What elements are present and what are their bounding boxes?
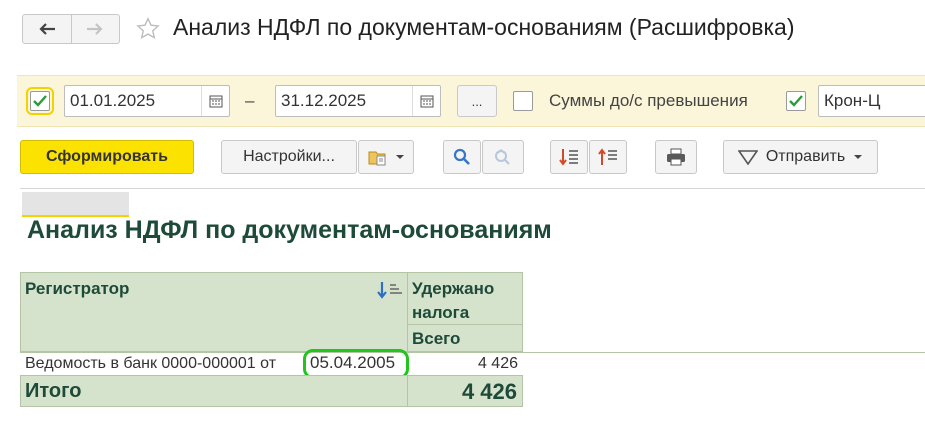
arrow-right-icon	[87, 23, 103, 35]
page-title: Анализ НДФЛ по документам-основаниям (Ра…	[173, 14, 795, 40]
send-button[interactable]: Отправить	[723, 140, 878, 174]
printer-icon	[667, 148, 685, 166]
report-title: Анализ НДФЛ по документам-основаниям	[27, 216, 552, 244]
navigation-buttons	[22, 14, 120, 44]
expand-groups-button[interactable]	[550, 140, 588, 174]
search-next-icon	[495, 148, 510, 165]
row-total-value: 4 426	[477, 355, 518, 372]
organization-checkbox[interactable]	[786, 91, 806, 111]
footer-total-value-cell: 4 426	[407, 375, 523, 407]
chevron-down-icon	[396, 155, 404, 159]
checkmark-icon	[789, 95, 803, 107]
forward-button[interactable]	[70, 15, 120, 43]
active-cell[interactable]	[22, 192, 129, 217]
column-header-withheld[interactable]: Удержано налога	[407, 272, 523, 325]
back-button[interactable]	[23, 15, 71, 43]
favorite-button[interactable]	[135, 16, 161, 47]
chevron-down-icon	[854, 155, 863, 159]
select-period-button[interactable]: ...	[457, 85, 497, 117]
settings-button[interactable]: Настройки...	[221, 140, 357, 174]
generate-button[interactable]: Сформировать	[20, 140, 194, 174]
sort-order-icon[interactable]	[377, 281, 403, 299]
star-icon	[136, 17, 160, 40]
send-icon	[737, 150, 758, 165]
footer-total-label: Итого	[25, 380, 82, 402]
excess-sums-label: Суммы до/с превышения	[549, 91, 748, 110]
row-registrar-prefix: Ведомость в банк 0000-000001 от	[25, 355, 277, 372]
arrow-left-icon	[39, 23, 55, 35]
total-header-label: Всего	[412, 329, 461, 348]
footer-total-label-cell: Итого	[20, 375, 408, 407]
print-button[interactable]	[655, 140, 697, 174]
organization-value: Крон-Ц	[824, 91, 881, 110]
excess-sums-checkbox[interactable]	[513, 91, 533, 111]
toolbar-separator	[20, 188, 925, 189]
date-to-field[interactable]: 31.12.2025	[275, 85, 441, 117]
withheld-header-label: Удержано налога	[412, 279, 495, 322]
report-variants-icon	[368, 151, 386, 166]
find-next-button[interactable]	[482, 140, 524, 174]
expand-all-icon	[559, 149, 578, 166]
column-header-registrar[interactable]: Регистратор	[20, 272, 408, 352]
registrar-header-label: Регистратор	[25, 279, 130, 298]
footer-total-value: 4 426	[461, 379, 517, 404]
collapse-all-icon	[598, 148, 617, 165]
column-header-total[interactable]: Всего	[407, 324, 523, 352]
date-from-value: 01.01.2025	[70, 91, 156, 110]
checkmark-icon	[33, 95, 47, 107]
period-checkbox[interactable]	[26, 87, 54, 115]
search-icon	[453, 148, 470, 165]
calendar-icon[interactable]	[201, 86, 229, 116]
find-button[interactable]	[443, 140, 481, 174]
organization-field[interactable]: Крон-Ц	[818, 85, 925, 117]
variants-button[interactable]	[358, 140, 414, 174]
date-separator: –	[245, 91, 255, 110]
calendar-icon[interactable]	[412, 86, 440, 116]
date-to-value: 31.12.2025	[281, 91, 367, 110]
row-separator	[20, 352, 925, 353]
send-label: Отправить	[765, 148, 846, 165]
collapse-groups-button[interactable]	[589, 140, 627, 174]
date-from-field[interactable]: 01.01.2025	[64, 85, 230, 117]
